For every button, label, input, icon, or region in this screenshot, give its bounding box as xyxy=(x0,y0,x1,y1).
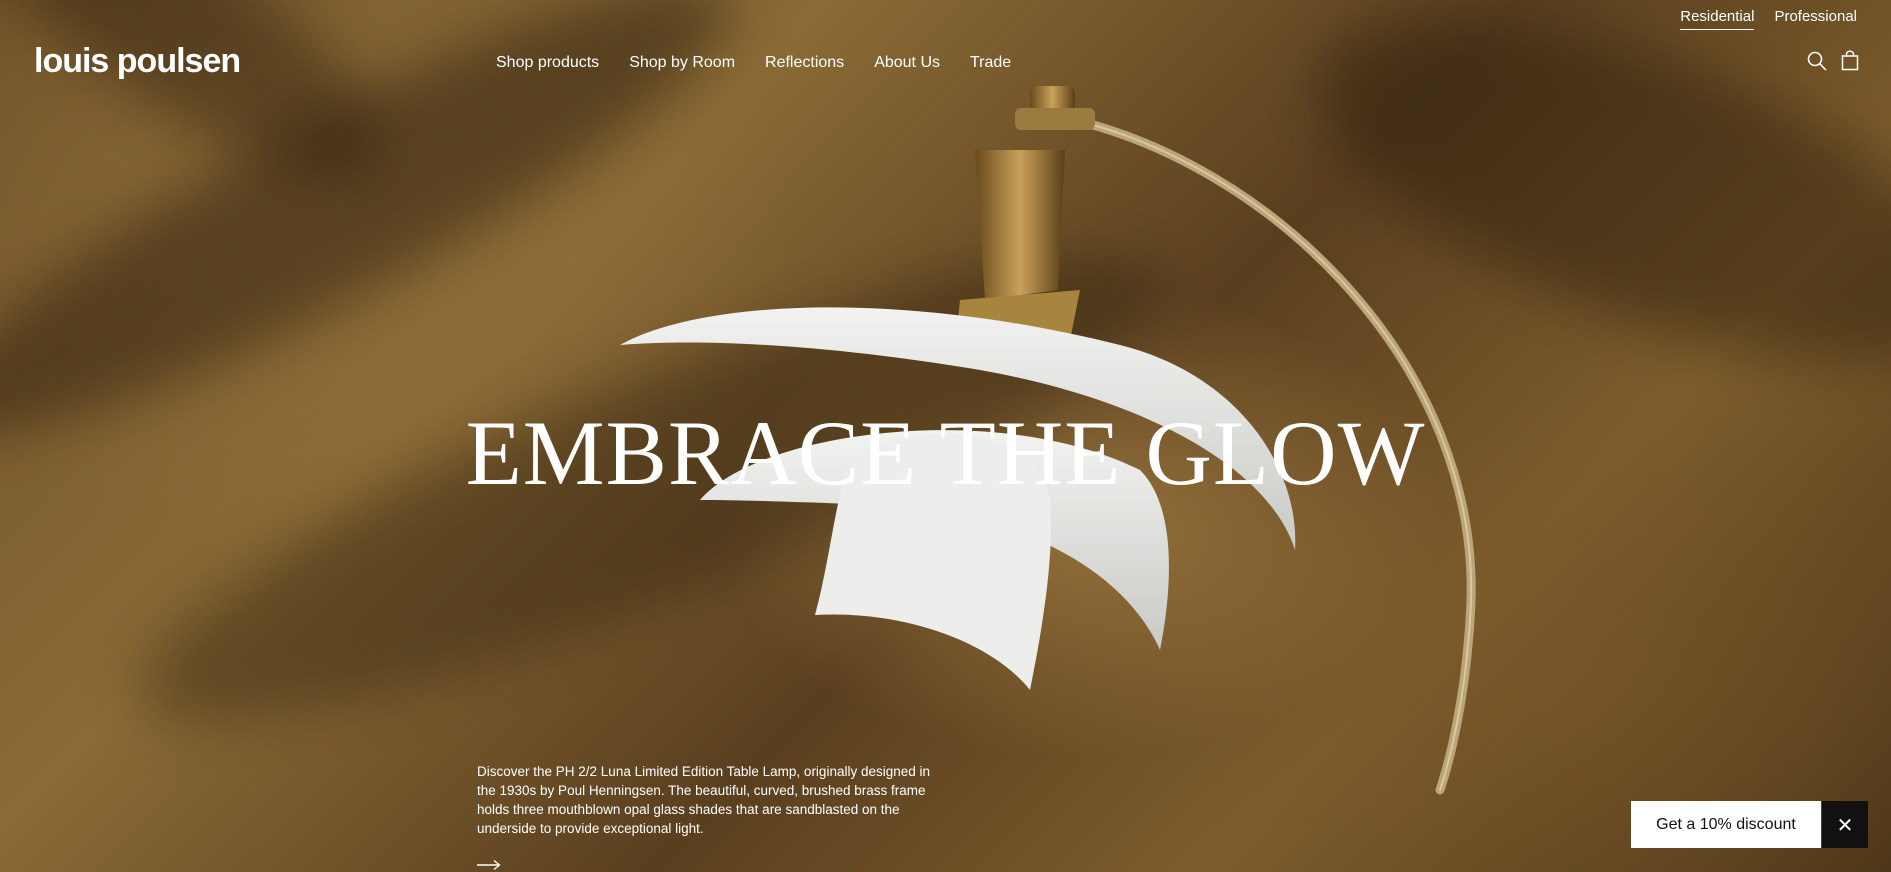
nav-shop-by-room[interactable]: Shop by Room xyxy=(629,54,735,72)
hero-section: louis poulsen Residential Professional S… xyxy=(0,0,1891,872)
segment-residential[interactable]: Residential xyxy=(1680,8,1755,30)
arrow-right-icon[interactable] xyxy=(477,858,501,872)
nav-reflections[interactable]: Reflections xyxy=(765,54,844,72)
segment-switch: Residential Professional xyxy=(1680,8,1857,30)
main-nav: Shop products Shop by Room Reflections A… xyxy=(496,54,1011,72)
nav-shop-products[interactable]: Shop products xyxy=(496,54,599,72)
nav-about-us[interactable]: About Us xyxy=(874,54,940,72)
segment-professional[interactable]: Professional xyxy=(1774,8,1857,30)
search-icon[interactable] xyxy=(1807,51,1827,76)
hero-headline: EMBRACE THE GLOW xyxy=(465,402,1426,504)
shopping-bag-icon[interactable] xyxy=(1841,50,1859,76)
discount-button[interactable]: Get a 10% discount xyxy=(1631,801,1821,848)
header-icons xyxy=(1807,50,1859,76)
brand-logo[interactable]: louis poulsen xyxy=(34,42,241,81)
close-icon[interactable]: ✕ xyxy=(1822,801,1868,848)
hero-description: Discover the PH 2/2 Luna Limited Edition… xyxy=(477,764,931,836)
nav-trade[interactable]: Trade xyxy=(970,54,1011,72)
